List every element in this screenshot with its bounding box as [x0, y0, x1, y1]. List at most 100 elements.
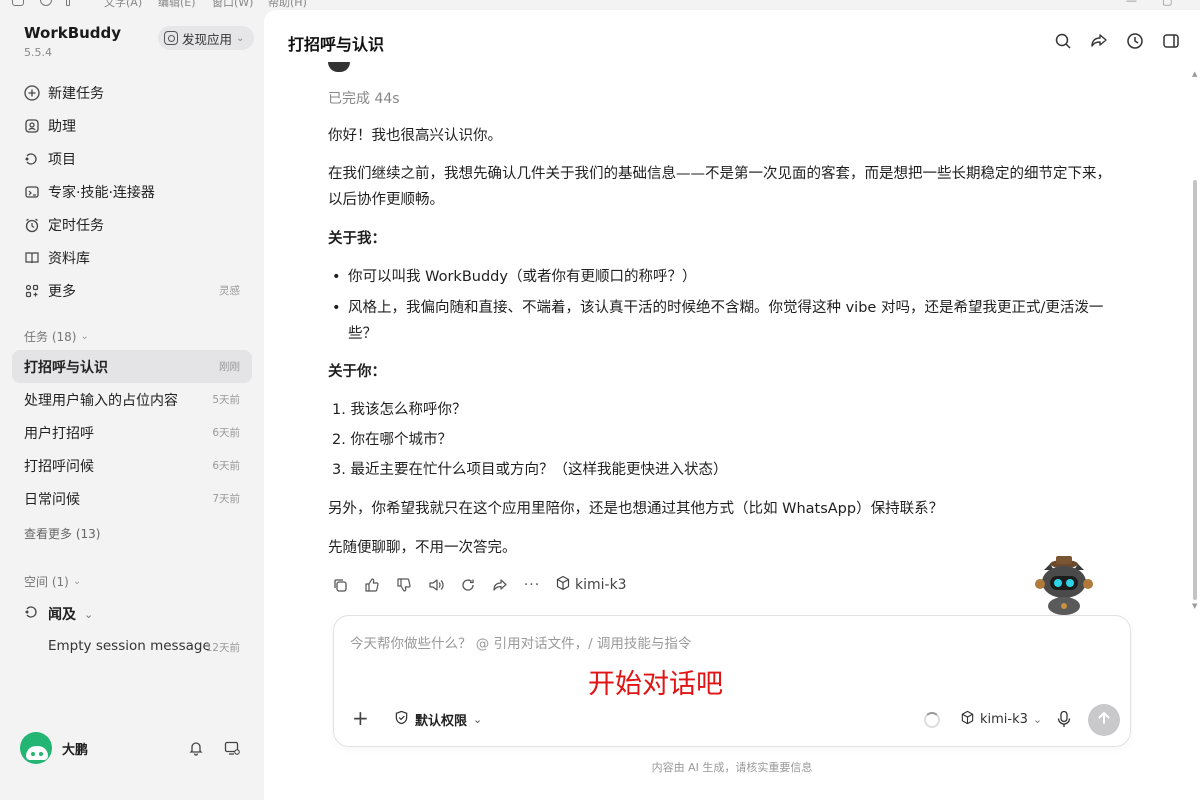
scrollbar[interactable]: ▲ ▼: [1192, 70, 1198, 610]
thumbs-down-icon[interactable]: [395, 576, 413, 594]
user-profile[interactable]: 大鹏: [20, 732, 88, 764]
space-icon: [24, 604, 40, 624]
copy-icon[interactable]: [331, 576, 349, 594]
list-item: 你可以叫我 WorkBuddy（或者你有更顺口的称呼？）: [332, 264, 1132, 290]
nav-experts[interactable]: 专家·技能·连接器: [12, 175, 252, 208]
task-title: 打招呼问候: [24, 458, 94, 475]
nav-label: 专家·技能·连接器: [48, 184, 155, 201]
more-icon[interactable]: ···: [523, 576, 541, 594]
scrollbar-thumb[interactable]: [1193, 180, 1197, 600]
task-time: 6天前: [212, 427, 240, 439]
panel-toggle-icon[interactable]: [1162, 32, 1180, 50]
scroll-down-icon[interactable]: ▼: [1192, 602, 1197, 610]
chevron-down-icon: ⌄: [1032, 713, 1043, 726]
monitor-icon[interactable]: [224, 740, 240, 760]
list-item-text: 我该怎么称呼你？: [350, 402, 467, 418]
model-tag[interactable]: kimi-k3: [555, 575, 627, 595]
task-list: 打招呼与认识 刚刚 处理用户输入的占位内容 5天前 用户打招呼 6天前 打招呼问…: [12, 350, 252, 515]
search-icon[interactable]: [1054, 32, 1072, 50]
list-item: 2. 你在哪个城市？: [332, 432, 452, 448]
ai-disclaimer: 内容由 AI 生成，请核实重要信息: [651, 761, 813, 774]
arrow-up-icon: [1096, 710, 1112, 730]
task-item[interactable]: 处理用户输入的占位内容 5天前: [12, 383, 252, 416]
scroll-up-icon[interactable]: ▲: [1192, 70, 1197, 78]
send-button[interactable]: [1088, 704, 1120, 736]
nav-new-task[interactable]: 新建任务: [12, 76, 252, 109]
message-paragraph: 在我们继续之前，我想先确认几件关于我们的基础信息——不是第一次见面的客套，而是想…: [328, 166, 1111, 208]
menu-window[interactable]: 窗口(W): [212, 0, 253, 10]
share-icon[interactable]: [491, 576, 509, 594]
menu-text[interactable]: 文字(A): [104, 0, 142, 10]
task-time: 7天前: [212, 493, 240, 505]
app-name: WorkBuddy: [24, 24, 122, 42]
view-more-link[interactable]: 查看更多 (13): [24, 525, 100, 542]
space-item[interactable]: 闻及 ⌄: [24, 604, 93, 624]
microphone-icon[interactable]: [1056, 710, 1072, 732]
alarm-icon: [24, 217, 40, 233]
nav-tag: 灵感: [219, 285, 240, 297]
message-heading: 关于你：: [328, 364, 386, 380]
maximize-icon[interactable]: ▢: [1162, 0, 1172, 7]
list-item-text: 你可以叫我 WorkBuddy（或者你有更顺口的称呼？）: [348, 269, 697, 285]
message-paragraph: 先随便聊聊，不用一次答完。: [328, 540, 517, 556]
nav-scheduled-tasks[interactable]: 定时任务: [12, 208, 252, 241]
nav-label: 新建任务: [48, 85, 104, 102]
tasks-section-header[interactable]: 任务 (18) ⌄: [24, 328, 89, 345]
message-heading: 关于我：: [328, 231, 386, 247]
chat-composer[interactable]: 今天帮你做些什么？ @ 引用对话文件，/ 调用技能与指令 开始对话吧 + 默认权…: [333, 615, 1131, 747]
message-paragraph: 你好！我也很高兴认识你。: [328, 128, 502, 144]
nav-label: 更多: [48, 283, 76, 300]
sidebar: WorkBuddy 5.5.4 发现应用 ⌄ 新建任务 助理 项目 专家·技能·…: [0, 10, 264, 800]
cube-icon: [555, 575, 571, 595]
nav-projects[interactable]: 项目: [12, 142, 252, 175]
speaker-icon[interactable]: [427, 576, 445, 594]
composer-input[interactable]: 今天帮你做些什么？ @ 引用对话文件，/ 调用技能与指令: [350, 632, 691, 652]
model-selector-label: kimi-k3: [980, 712, 1028, 727]
task-title: 打招呼与认识: [24, 359, 108, 376]
task-title: 用户打招呼: [24, 425, 94, 442]
task-item[interactable]: 日常问候 7天前: [12, 482, 252, 515]
chevron-down-icon: ⌄: [473, 713, 483, 726]
nav-label: 助理: [48, 118, 76, 135]
nav-label: 定时任务: [48, 217, 104, 234]
thumbs-up-icon[interactable]: [363, 576, 381, 594]
share-icon[interactable]: [1090, 32, 1108, 50]
nav-assistant[interactable]: 助理: [12, 109, 252, 142]
history-icon[interactable]: [1126, 32, 1144, 50]
task-time: 刚刚: [219, 361, 240, 373]
mascot-image: [1034, 556, 1098, 616]
search-icon[interactable]: [40, 0, 52, 6]
chevron-down-icon: ⌄: [236, 32, 245, 44]
list-item-text: 你在哪个城市？: [350, 432, 452, 448]
window-icon[interactable]: [12, 0, 24, 6]
regenerate-icon[interactable]: [459, 576, 477, 594]
add-attachment-button[interactable]: +: [352, 708, 369, 728]
menu-edit[interactable]: 编辑(E): [158, 0, 196, 10]
session-item[interactable]: Empty session message 12天前: [48, 638, 244, 654]
completion-status: 已完成 44s: [328, 91, 400, 107]
start-chat-overlay: 开始对话吧: [588, 669, 723, 700]
spaces-header-label: 空间 (1): [24, 575, 69, 589]
nav-more[interactable]: 更多 灵感: [12, 274, 252, 307]
pin-icon[interactable]: [66, 0, 70, 6]
minimize-icon[interactable]: —: [1126, 0, 1137, 7]
user-name: 大鹏: [62, 742, 89, 758]
task-item[interactable]: 用户打招呼 6天前: [12, 416, 252, 449]
spaces-section-header[interactable]: 空间 (1) ⌄: [24, 573, 81, 590]
task-title: 日常问候: [24, 491, 80, 508]
menu-help[interactable]: 帮助(H): [268, 0, 307, 10]
permission-selector[interactable]: 默认权限 ⌄: [394, 710, 482, 729]
permission-label: 默认权限: [415, 714, 468, 729]
list-item: 风格上，我偏向随和直接、不端着，该认真干活的时候绝不含糊。你觉得这种 vibe …: [332, 295, 1128, 347]
discover-apps-button[interactable]: 发现应用 ⌄: [158, 26, 255, 50]
model-selector[interactable]: kimi-k3 ⌄: [960, 710, 1042, 729]
list-item-text: 最近主要在忙什么项目或方向？（这样我能更快进入状态）: [350, 462, 728, 478]
task-item[interactable]: 打招呼问候 6天前: [12, 449, 252, 482]
nav-library[interactable]: 资料库: [12, 241, 252, 274]
apps-icon: [164, 31, 178, 45]
discover-label: 发现应用: [182, 31, 233, 47]
session-title: Empty session message: [48, 638, 211, 654]
bell-icon[interactable]: [188, 740, 204, 760]
list-item: 1. 我该怎么称呼你？: [332, 402, 467, 418]
task-item[interactable]: 打招呼与认识 刚刚: [12, 350, 252, 383]
